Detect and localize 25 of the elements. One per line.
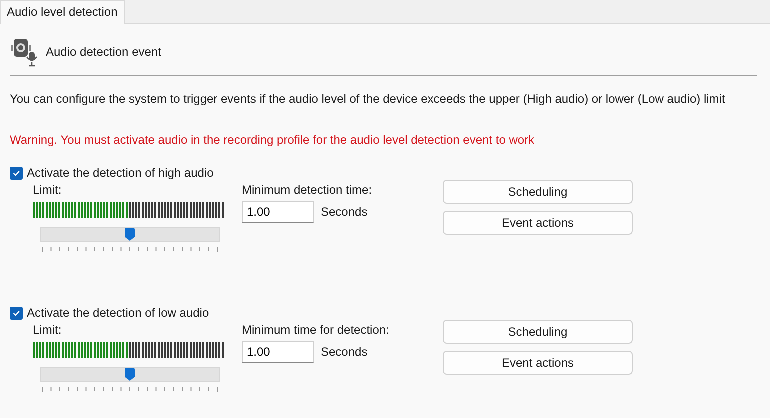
checkbox[interactable] [10, 306, 23, 320]
checkbox-label[interactable]: Activate the detection of high audio [27, 166, 214, 180]
time-input[interactable]: 1.00 [242, 341, 314, 363]
slider-thumb[interactable] [125, 228, 135, 241]
section-title: Audio detection event [46, 45, 162, 59]
description-text: You can configure the system to trigger events if the audio level of the device exceeds the upper (High audio) or lower (Low audio) limit [10, 92, 726, 106]
unit-label: Seconds [321, 205, 368, 219]
action-button[interactable]: Scheduling [443, 180, 633, 204]
action-button[interactable]: Event actions [443, 351, 633, 375]
time-input[interactable]: 1.00 [242, 201, 314, 223]
warning-text: Warning. You must activate audio in the recording profile for the audio level detection event to work [10, 133, 536, 147]
check-icon [12, 168, 21, 178]
tab[interactable]: Audio level detection [0, 0, 125, 24]
action-button[interactable]: Event actions [443, 211, 633, 235]
action-button[interactable]: Scheduling [443, 320, 633, 344]
slider-thumb[interactable] [125, 368, 135, 381]
checkbox[interactable] [10, 166, 23, 180]
time-label: Minimum detection time: [242, 183, 374, 197]
limit-label: Limit: [33, 323, 63, 337]
checkbox-label[interactable]: Activate the detection of low audio [27, 306, 210, 320]
time-label: Minimum time for detection: [242, 323, 390, 337]
check-icon [12, 308, 21, 318]
unit-label: Seconds [321, 345, 368, 359]
limit-label: Limit: [33, 183, 63, 197]
speaker-microphone-icon [10, 37, 40, 67]
